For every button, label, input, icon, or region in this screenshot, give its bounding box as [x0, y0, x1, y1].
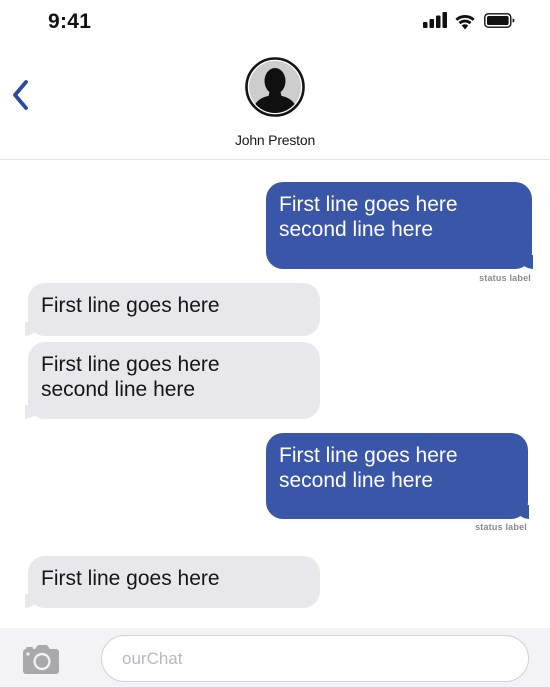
message-line: second line here	[41, 378, 196, 401]
camera-icon	[23, 645, 59, 674]
received-message-bubble[interactable]: First line goes here second line here	[28, 342, 320, 419]
status-bar: 9:41	[0, 0, 550, 46]
sent-message-bubble[interactable]: First line goes here second line here	[266, 182, 532, 269]
signal-icon	[423, 12, 447, 28]
received-message-bubble[interactable]: First line goes here	[28, 283, 320, 336]
message-line: second line here	[279, 469, 434, 492]
back-button[interactable]	[6, 74, 36, 116]
battery-icon	[484, 13, 515, 28]
person-silhouette-icon	[245, 57, 305, 117]
wifi-icon	[455, 14, 475, 30]
message-line: First line goes here	[41, 567, 220, 590]
message-line: First line goes here	[279, 444, 458, 467]
contact-name: John Preston	[234, 132, 316, 148]
message-list: First line goes here second line here st…	[0, 160, 550, 628]
sent-message-bubble[interactable]: First line goes here second line here	[266, 433, 528, 519]
chevron-left-icon	[13, 80, 28, 110]
message-composer	[0, 628, 550, 687]
message-line: First line goes here	[41, 294, 220, 317]
camera-button[interactable]	[23, 643, 59, 675]
message-line: First line goes here	[41, 353, 220, 376]
received-message-bubble[interactable]: First line goes here	[28, 556, 320, 608]
message-input[interactable]	[101, 635, 529, 682]
conversation-header: John Preston	[0, 46, 550, 160]
status-time: 9:41	[48, 10, 92, 33]
message-status-label: status label	[475, 522, 527, 532]
avatar[interactable]	[245, 57, 305, 117]
message-line: First line goes here	[279, 193, 458, 216]
message-line: second line here	[279, 218, 434, 241]
message-status-label: status label	[479, 273, 531, 283]
